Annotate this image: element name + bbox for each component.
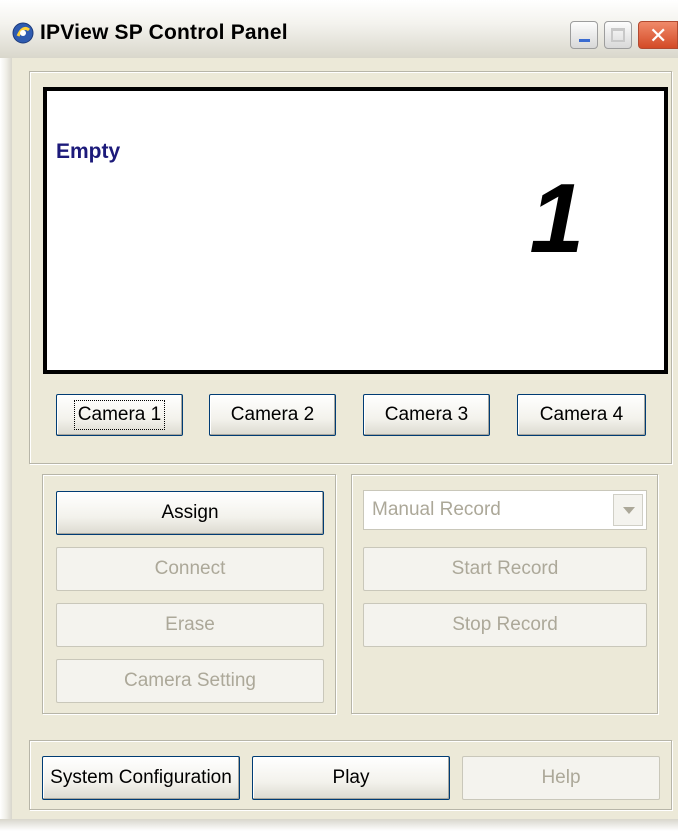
assign-button[interactable]: Assign xyxy=(56,491,324,535)
camera-3-button[interactable]: Camera 3 xyxy=(363,394,490,436)
window-border-bottom xyxy=(0,819,678,831)
assign-label: Assign xyxy=(161,502,219,523)
camera-4-label: Camera 4 xyxy=(539,404,624,425)
camera-setting-button[interactable]: Camera Setting xyxy=(56,659,324,703)
help-label: Help xyxy=(541,767,581,788)
camera-3-label: Camera 3 xyxy=(384,404,469,425)
chevron-down-icon[interactable] xyxy=(613,494,643,526)
camera-4-button[interactable]: Camera 4 xyxy=(517,394,646,436)
camera-setting-label: Camera Setting xyxy=(123,670,256,691)
record-mode-select[interactable]: Manual Record xyxy=(363,490,647,530)
connect-label: Connect xyxy=(154,558,226,579)
system-configuration-label: System Configuration xyxy=(50,767,232,788)
preview-channel-number: 1 xyxy=(529,163,584,273)
start-record-label: Start Record xyxy=(451,558,559,579)
close-icon: ✕ xyxy=(649,24,668,49)
camera-1-label: Camera 1 xyxy=(73,400,166,430)
stop-record-label: Stop Record xyxy=(452,614,558,635)
camera-2-label: Camera 2 xyxy=(230,404,315,425)
control-panel-window: IPView SP Control Panel ✕ Empty 1 Camera… xyxy=(0,0,678,831)
erase-button[interactable]: Erase xyxy=(56,603,324,647)
close-button[interactable]: ✕ xyxy=(638,21,678,49)
camera-preview[interactable]: Empty 1 xyxy=(43,87,668,374)
window-title: IPView SP Control Panel xyxy=(40,21,288,44)
record-mode-value: Manual Record xyxy=(372,499,501,520)
help-button[interactable]: Help xyxy=(462,756,660,800)
play-button[interactable]: Play xyxy=(252,756,450,800)
camera-1-button[interactable]: Camera 1 xyxy=(56,394,183,436)
maximize-button[interactable] xyxy=(604,21,632,49)
title-bar[interactable]: IPView SP Control Panel ✕ xyxy=(0,0,678,59)
play-label: Play xyxy=(332,767,370,788)
camera-2-button[interactable]: Camera 2 xyxy=(209,394,336,436)
stop-record-button[interactable]: Stop Record xyxy=(363,603,647,647)
maximize-icon xyxy=(611,28,625,42)
preview-status: Empty xyxy=(56,140,121,163)
start-record-button[interactable]: Start Record xyxy=(363,547,647,591)
app-icon xyxy=(12,22,34,44)
window-border-left xyxy=(0,58,12,831)
system-configuration-button[interactable]: System Configuration xyxy=(42,756,240,800)
erase-label: Erase xyxy=(165,614,215,635)
minimize-button[interactable] xyxy=(570,21,598,49)
minimize-icon xyxy=(579,39,590,42)
connect-button[interactable]: Connect xyxy=(56,547,324,591)
